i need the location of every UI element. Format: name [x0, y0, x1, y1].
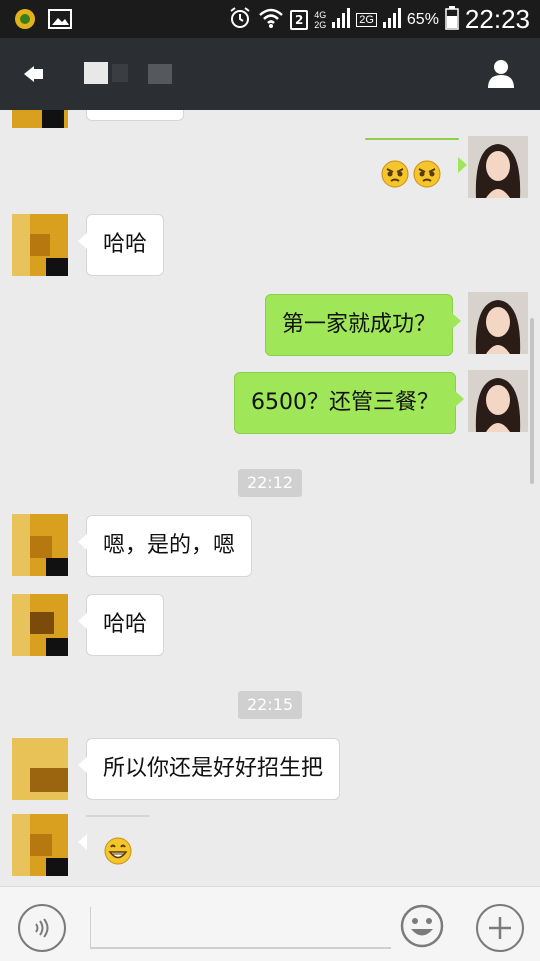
alarm-icon: [228, 6, 252, 34]
avatar[interactable]: [12, 514, 68, 576]
avatar[interactable]: [12, 814, 68, 876]
message-bubble-self[interactable]: [365, 138, 467, 188]
signal-strength-2-icon: [382, 7, 401, 32]
avatar-self[interactable]: [468, 136, 528, 198]
network-type: 4G 2G: [314, 10, 326, 30]
back-arrow-icon[interactable]: [22, 62, 46, 86]
chat-title-censored: [112, 64, 128, 82]
avatar[interactable]: [12, 594, 68, 656]
avatar-self[interactable]: [468, 370, 528, 432]
chat-title-bar: [0, 38, 540, 110]
grinning-face-icon: [103, 830, 133, 890]
message-bubble-other[interactable]: [78, 815, 150, 865]
message-bubble-other[interactable]: 哈哈: [77, 594, 165, 656]
image-notification-icon: [48, 9, 72, 33]
message-bubble-other[interactable]: 所以你还是好好招生把: [77, 738, 341, 800]
battery-percent: 65%: [406, 10, 439, 28]
message-bubble-partial[interactable]: [86, 110, 184, 121]
plus-icon: [487, 915, 513, 945]
sim-slot-indicator: 2: [290, 9, 309, 30]
timestamp: 22:15: [238, 691, 302, 719]
status-bar: 2 4G 2G 2G 65% 22:23: [0, 0, 540, 38]
message-input-bar: [0, 886, 540, 961]
status-clock: 22:23: [464, 4, 530, 34]
emoji-button[interactable]: [400, 904, 444, 948]
message-text-input[interactable]: [90, 907, 391, 949]
angry-face-icon: [412, 153, 442, 213]
message-bubble-other[interactable]: 哈哈: [77, 214, 165, 276]
more-options-button[interactable]: [476, 904, 524, 952]
wifi-icon: [258, 7, 284, 33]
voice-icon: [30, 916, 54, 944]
avatar-self[interactable]: [468, 292, 528, 354]
message-bubble-other[interactable]: 嗯，是的，嗯: [77, 515, 253, 577]
message-bubble-self[interactable]: 第一家就成功？: [265, 294, 462, 356]
chat-title-censored: [84, 62, 108, 84]
scrollbar[interactable]: [530, 318, 534, 484]
signal-strength-icon: [332, 7, 351, 32]
voice-input-button[interactable]: [18, 904, 66, 952]
avatar[interactable]: [12, 214, 68, 276]
chat-title-censored: [148, 64, 172, 84]
timestamp: 22:12: [238, 469, 302, 497]
network-4g-label: 4G: [314, 9, 327, 20]
network-2g-box: 2G: [356, 12, 377, 27]
contact-profile-icon[interactable]: [486, 58, 516, 88]
network-2g-label: 2G: [314, 19, 327, 30]
smiley-icon: [400, 904, 444, 952]
angry-face-icon: [380, 153, 410, 213]
avatar[interactable]: [12, 110, 68, 128]
battery-icon: [445, 5, 459, 34]
message-bubble-self[interactable]: 6500？还管三餐？: [234, 372, 464, 434]
app-notification-icon: [14, 8, 36, 34]
avatar[interactable]: [12, 738, 68, 800]
